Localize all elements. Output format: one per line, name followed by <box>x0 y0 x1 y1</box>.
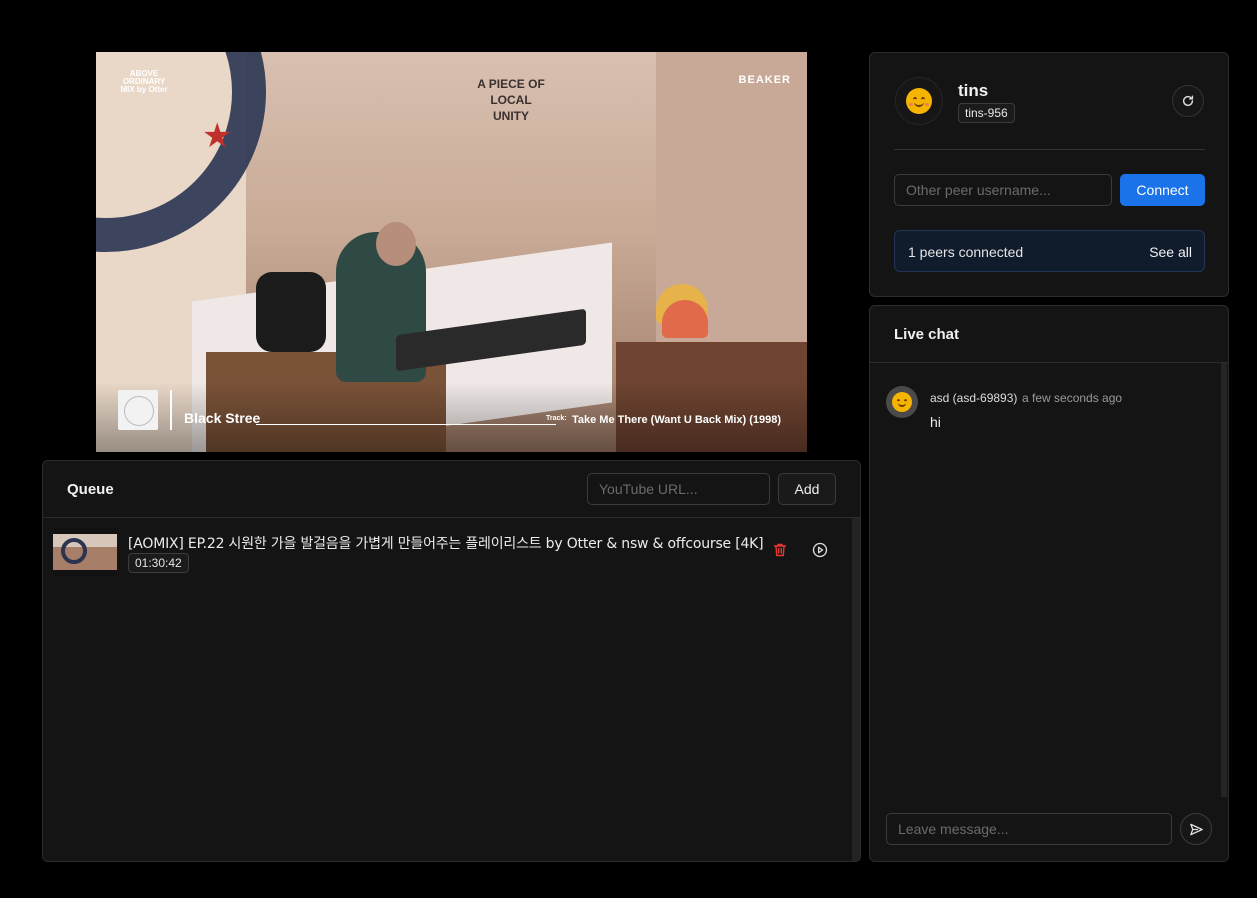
video-hat-orange <box>662 300 708 338</box>
queue-item[interactable]: [AOMIX] EP.22 시원한 가을 발걸음을 가볍게 만들어주는 플레이리… <box>53 528 843 576</box>
video-record-thumbnail <box>118 390 158 430</box>
video-person-head <box>376 222 416 266</box>
send-icon <box>1189 823 1203 835</box>
video-artist: Black Stree <box>184 410 261 426</box>
see-all-link[interactable]: See all <box>1149 244 1192 260</box>
video-logo-beaker: BEAKER <box>738 74 791 86</box>
queue-item-duration: 01:30:42 <box>128 553 189 573</box>
profile-divider <box>894 149 1205 150</box>
send-button[interactable] <box>1180 813 1212 845</box>
chat-title: Live chat <box>894 326 960 343</box>
video-logo-aom: ABOVE ORDINARY MIX by Otter <box>120 69 168 94</box>
video-player[interactable]: ★ ABOVE ORDINARY MIX by Otter BEAKER A P… <box>96 52 807 452</box>
play-button[interactable] <box>812 542 830 560</box>
user-tag-badge: tins-956 <box>958 103 1015 123</box>
youtube-url-input[interactable] <box>587 473 770 505</box>
refresh-button[interactable] <box>1172 85 1204 117</box>
video-bag <box>256 272 326 352</box>
delete-button[interactable] <box>772 542 790 560</box>
video-wall-sign: A PIECE OF LOCAL UNITY <box>477 77 545 123</box>
profile-panel: tins tins-956 Connect 1 peers connected … <box>869 52 1229 297</box>
queue-item-thumbnail <box>53 528 117 576</box>
live-chat-panel: Live chat asd (asd-69893) a few seconds … <box>869 305 1229 862</box>
chat-message-input[interactable] <box>886 813 1172 845</box>
video-rule <box>256 424 556 425</box>
peer-username-input[interactable] <box>894 174 1112 206</box>
message-author: asd (asd-69893) <box>930 391 1018 405</box>
chat-divider <box>870 362 1228 363</box>
smile-emoji-icon <box>892 392 912 412</box>
video-track-label: Track: <box>546 415 567 422</box>
user-avatar <box>895 77 943 125</box>
video-divider <box>170 390 172 430</box>
queue-panel: Queue Add [AOMIX] EP.22 시원한 가을 발걸음을 가볍게 … <box>42 460 861 862</box>
add-button[interactable]: Add <box>778 473 836 505</box>
message-timestamp: a few seconds ago <box>1022 391 1123 405</box>
trash-icon <box>773 543 787 557</box>
queue-item-title: [AOMIX] EP.22 시원한 가을 발걸음을 가볍게 만들어주는 플레이리… <box>128 536 764 552</box>
video-star-graphic: ★ <box>202 116 233 156</box>
queue-title: Queue <box>67 481 114 498</box>
username: tins <box>958 81 989 100</box>
queue-scrollbar[interactable] <box>852 518 860 861</box>
message-text: hi <box>930 414 941 430</box>
chat-scrollbar[interactable] <box>1221 363 1227 797</box>
refresh-icon <box>1182 95 1194 107</box>
message-avatar <box>886 386 918 418</box>
connect-button[interactable]: Connect <box>1120 174 1205 206</box>
peers-connected-text: 1 peers connected <box>908 244 1024 260</box>
video-track-title: Take Me There (Want U Back Mix) (1998) <box>572 414 782 426</box>
queue-divider <box>43 517 860 518</box>
smile-emoji-icon <box>906 88 932 114</box>
play-circle-icon <box>812 542 828 558</box>
peers-status-box: 1 peers connected See all <box>894 230 1205 272</box>
